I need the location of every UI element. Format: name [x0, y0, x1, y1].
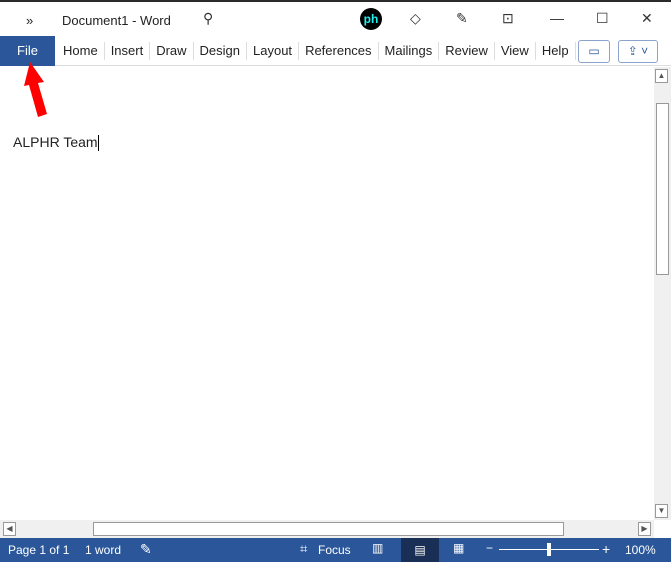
title-bar: » Document1 - Word ⚲ ph ◇ ✎ ⊡ — ☐ ✕: [0, 0, 671, 36]
tab-home[interactable]: Home: [57, 41, 105, 60]
document-title: Document1 - Word: [62, 13, 171, 28]
scroll-right-button[interactable]: ▶: [638, 522, 651, 536]
web-layout-icon[interactable]: ▦: [453, 541, 464, 555]
maximize-button[interactable]: ☐: [596, 10, 609, 27]
scroll-left-button[interactable]: ◀: [3, 522, 16, 536]
word-count[interactable]: 1 word: [85, 543, 121, 557]
minimize-button[interactable]: —: [550, 10, 564, 26]
proofing-icon[interactable]: ✎: [140, 541, 152, 558]
text-content: ALPHR Team: [13, 134, 98, 150]
zoom-slider-thumb[interactable]: [547, 543, 551, 556]
status-bar: Page 1 of 1 1 word ✎ ⌗ Focus ▥ ▤ ▦ − + 1…: [0, 538, 671, 562]
search-icon[interactable]: ⚲: [203, 10, 213, 27]
print-layout-icon[interactable]: ▤: [401, 538, 439, 562]
scroll-down-button[interactable]: ▼: [655, 504, 668, 518]
page-count[interactable]: Page 1 of 1: [8, 543, 69, 557]
quick-access-expand[interactable]: »: [26, 13, 33, 28]
tab-insert[interactable]: Insert: [105, 41, 151, 60]
scroll-up-button[interactable]: ▲: [655, 69, 668, 83]
horizontal-scroll-thumb[interactable]: [93, 522, 564, 536]
pen-icon[interactable]: ✎: [456, 10, 468, 27]
read-mode-icon[interactable]: ▥: [372, 541, 383, 555]
comments-button[interactable]: ▭: [578, 40, 610, 63]
tab-mailings[interactable]: Mailings: [379, 41, 440, 60]
red-arrow-annotation: [24, 62, 47, 117]
focus-icon[interactable]: ⌗: [300, 541, 307, 557]
close-button[interactable]: ✕: [641, 10, 653, 27]
text-cursor: [97, 135, 99, 152]
diamond-icon[interactable]: ◇: [410, 10, 421, 27]
ribbon-display-icon[interactable]: ⊡: [502, 10, 514, 27]
zoom-level[interactable]: 100%: [625, 543, 656, 557]
tab-references[interactable]: References: [299, 41, 379, 60]
tab-design[interactable]: Design: [194, 41, 248, 60]
vertical-scroll-thumb[interactable]: [656, 103, 669, 275]
tab-help[interactable]: Help: [536, 41, 576, 60]
focus-button[interactable]: Focus: [318, 543, 351, 557]
tab-file[interactable]: File: [0, 35, 55, 66]
tab-review[interactable]: Review: [439, 41, 495, 60]
logo-icon: ph: [360, 8, 382, 30]
tab-view[interactable]: View: [495, 41, 536, 60]
share-button[interactable]: ⇪ ˅: [618, 40, 658, 63]
document-text[interactable]: ALPHR Team: [13, 134, 99, 152]
tab-draw[interactable]: Draw: [150, 41, 194, 60]
zoom-in-button[interactable]: +: [602, 541, 610, 557]
zoom-out-button[interactable]: −: [486, 541, 493, 555]
ribbon-tabs: File Home Insert Draw Design Layout Refe…: [0, 35, 671, 66]
tab-layout[interactable]: Layout: [247, 41, 300, 60]
